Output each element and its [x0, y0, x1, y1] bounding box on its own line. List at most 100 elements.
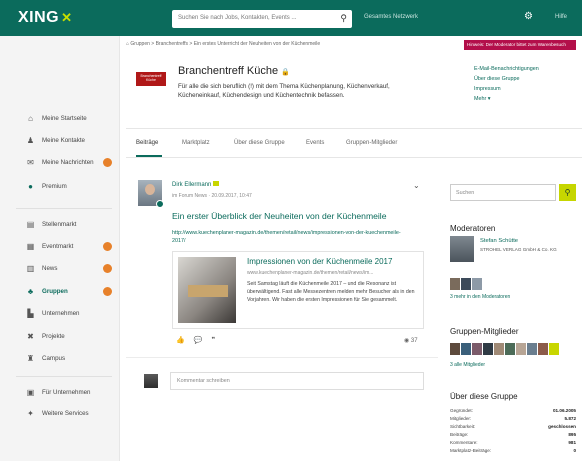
member-thumb[interactable]	[516, 343, 526, 355]
preview-title[interactable]: Impressionen von der Küchenmeile 2017	[247, 257, 392, 266]
like-icon[interactable]: 👍	[176, 337, 185, 344]
contacts-icon: ♟	[26, 136, 35, 145]
all-members-link[interactable]: 3 alle Mitglieder	[450, 362, 485, 368]
comment-icon[interactable]: 💬	[194, 337, 203, 344]
xing-logo[interactable]: XING ✕	[18, 9, 73, 27]
member-thumb[interactable]	[494, 343, 504, 355]
email-notifications-link[interactable]: E-Mail-Benachrichtigungen	[474, 66, 539, 76]
group-logo: Branchentreff Küche	[136, 72, 166, 86]
link-preview-card[interactable]: Impressionen von der Küchenmeile 2017 ww…	[172, 251, 424, 329]
member-thumb[interactable]	[538, 343, 548, 355]
verified-icon	[156, 200, 164, 208]
member-thumb[interactable]	[483, 343, 493, 355]
top-bar: XING ✕ Suchen Sie nach Jobs, Kontakten, E…	[0, 0, 582, 36]
premium-flag-icon	[213, 181, 220, 186]
user-avatar	[144, 374, 158, 388]
sidebar-item-campus[interactable]: ♜ Campus	[0, 351, 120, 367]
about-row-members: Mitglieder: 5.872	[450, 416, 576, 421]
members-heading: Gruppen-Mitglieder	[450, 327, 519, 336]
more-dropdown[interactable]: Mehr ▾	[474, 96, 539, 106]
post-author[interactable]: Dirk Ellermann	[172, 181, 220, 188]
preview-image	[178, 257, 236, 323]
search-scope-select[interactable]: Gesamtes Netzwerk	[364, 14, 418, 20]
comment-input[interactable]: Kommentar schreiben	[170, 372, 424, 390]
group-title: Branchentreff Küche 🔒	[178, 65, 290, 77]
tab-gruppen-mitglieder[interactable]: Gruppen-Mitglieder	[346, 140, 397, 146]
moderator-avatar[interactable]	[450, 236, 474, 262]
promo-banner[interactable]: Hinweis: Der Moderator bittet zum Warenb…	[464, 40, 576, 50]
post-link[interactable]: http://www.kuechenplaner-magazin.de/them…	[172, 229, 402, 245]
notification-badge	[103, 242, 112, 251]
member-thumb[interactable]	[450, 343, 460, 355]
moderator-thumb[interactable]	[461, 278, 471, 290]
moderator-thumb[interactable]	[450, 278, 460, 290]
sidebar-divider	[16, 376, 112, 377]
sidebar-divider	[16, 208, 112, 209]
search-icon[interactable]: ⚲	[340, 13, 347, 24]
group-description: Für alle die sich beruflich (!) mit dem …	[178, 83, 390, 99]
lock-icon: 🔒	[281, 69, 290, 76]
chevron-down-icon[interactable]: ⌄	[413, 181, 420, 190]
tab-beitraege[interactable]: Beiträge	[136, 140, 158, 146]
projects-icon: ✖	[27, 332, 34, 341]
about-heading: Über diese Gruppe	[450, 392, 518, 401]
jobs-icon: ▤	[26, 220, 35, 229]
member-thumb[interactable]	[549, 343, 559, 355]
sidebar-item-weitere-services[interactable]: ✦ Weitere Services	[0, 406, 120, 422]
post-title[interactable]: Ein erster Überblick der Neuheiten von d…	[172, 211, 386, 221]
sidebar-item-unternehmen[interactable]: ▙ Unternehmen	[0, 306, 120, 322]
sidebar-item-projekte[interactable]: ✖ Projekte	[0, 329, 120, 345]
member-thumb[interactable]	[472, 343, 482, 355]
eye-icon: ◉	[404, 338, 411, 344]
preview-text: Seit Samstag läuft die Küchenmeile 2017 …	[247, 281, 415, 303]
sidebar-item-eventmarkt[interactable]: ▦ Eventmarkt	[0, 239, 120, 255]
breadcrumb[interactable]: ⌂ Gruppen > Branchentreffs > Ein erstes …	[126, 41, 320, 47]
view-count: ◉ 37	[404, 338, 418, 344]
moderators-heading: Moderatoren	[450, 224, 496, 233]
post-divider	[126, 357, 438, 358]
moderator-company: STROHEL VERLAG GmbH & Co. KG	[480, 247, 557, 252]
group-search-input[interactable]: Suchen	[450, 184, 556, 201]
sidebar-item-startseite[interactable]: ⌂ Meine Startseite	[0, 111, 120, 127]
about-row-founded: Gegründet: 01.06.2005	[450, 408, 576, 413]
sidebar-item-nachrichten[interactable]: ✉ Meine Nachrichten	[0, 155, 120, 171]
notification-badge	[103, 264, 112, 273]
sidebar-item-gruppen[interactable]: ♣ Gruppen	[0, 284, 120, 300]
tab-events[interactable]: Events	[306, 140, 324, 146]
home-icon: ⌂	[28, 114, 33, 123]
help-link[interactable]: Hilfe	[555, 14, 567, 20]
member-thumb[interactable]	[527, 343, 537, 355]
moderator-thumb[interactable]	[472, 278, 482, 290]
author-avatar[interactable]	[138, 180, 164, 208]
search-button[interactable]: ⚲	[559, 184, 576, 201]
sidebar-item-news[interactable]: ▥ News	[0, 261, 120, 277]
member-thumb[interactable]	[461, 343, 471, 355]
messages-icon: ✉	[27, 158, 34, 167]
about-row-visibility: Sichtbarkeit: geschlossen	[450, 424, 576, 429]
sidebar-item-kontakte[interactable]: ♟ Meine Kontakte	[0, 133, 120, 149]
preview-url: www.kuechenplaner-magazin.de/themen/reta…	[247, 270, 374, 276]
more-moderators-link[interactable]: 3 mehr in den Moderatoren	[450, 294, 510, 300]
post-actions: 👍 💬 ❞	[176, 336, 224, 344]
active-tab-indicator	[136, 155, 162, 157]
groups-icon: ♣	[27, 287, 34, 296]
about-row-market-posts: Marktplatz-Beiträge: 0	[450, 448, 576, 453]
group-actions: E-Mail-Benachrichtigungen Über diese Gru…	[474, 66, 539, 106]
search-input[interactable]: Suchen Sie nach Jobs, Kontakten, Events …	[172, 10, 352, 28]
member-thumb[interactable]	[505, 343, 515, 355]
gear-icon[interactable]: ⚙	[524, 11, 533, 22]
sidebar-item-fuer-unternehmen[interactable]: ▣ Für Unternehmen	[0, 385, 120, 401]
sidebar-item-premium[interactable]: ● Premium	[0, 179, 120, 195]
campus-icon: ♜	[26, 354, 35, 363]
tab-marktplatz[interactable]: Marktplatz	[182, 140, 210, 146]
premium-icon: ●	[28, 182, 33, 191]
quote-icon[interactable]: ❞	[211, 337, 215, 344]
about-group-link[interactable]: Über diese Gruppe	[474, 76, 539, 86]
sidebar-item-stellenmarkt[interactable]: ▤ Stellenmarkt	[0, 217, 120, 233]
notification-badge	[103, 158, 112, 167]
group-tabs: Beiträge Marktplatz Über diese Gruppe Ev…	[126, 128, 582, 158]
calendar-icon: ▦	[26, 242, 35, 251]
tab-ueber-diese-gruppe[interactable]: Über diese Gruppe	[234, 140, 285, 146]
imprint-link[interactable]: Impressum	[474, 86, 539, 96]
moderator-name[interactable]: Stefan Schütte	[480, 238, 518, 244]
